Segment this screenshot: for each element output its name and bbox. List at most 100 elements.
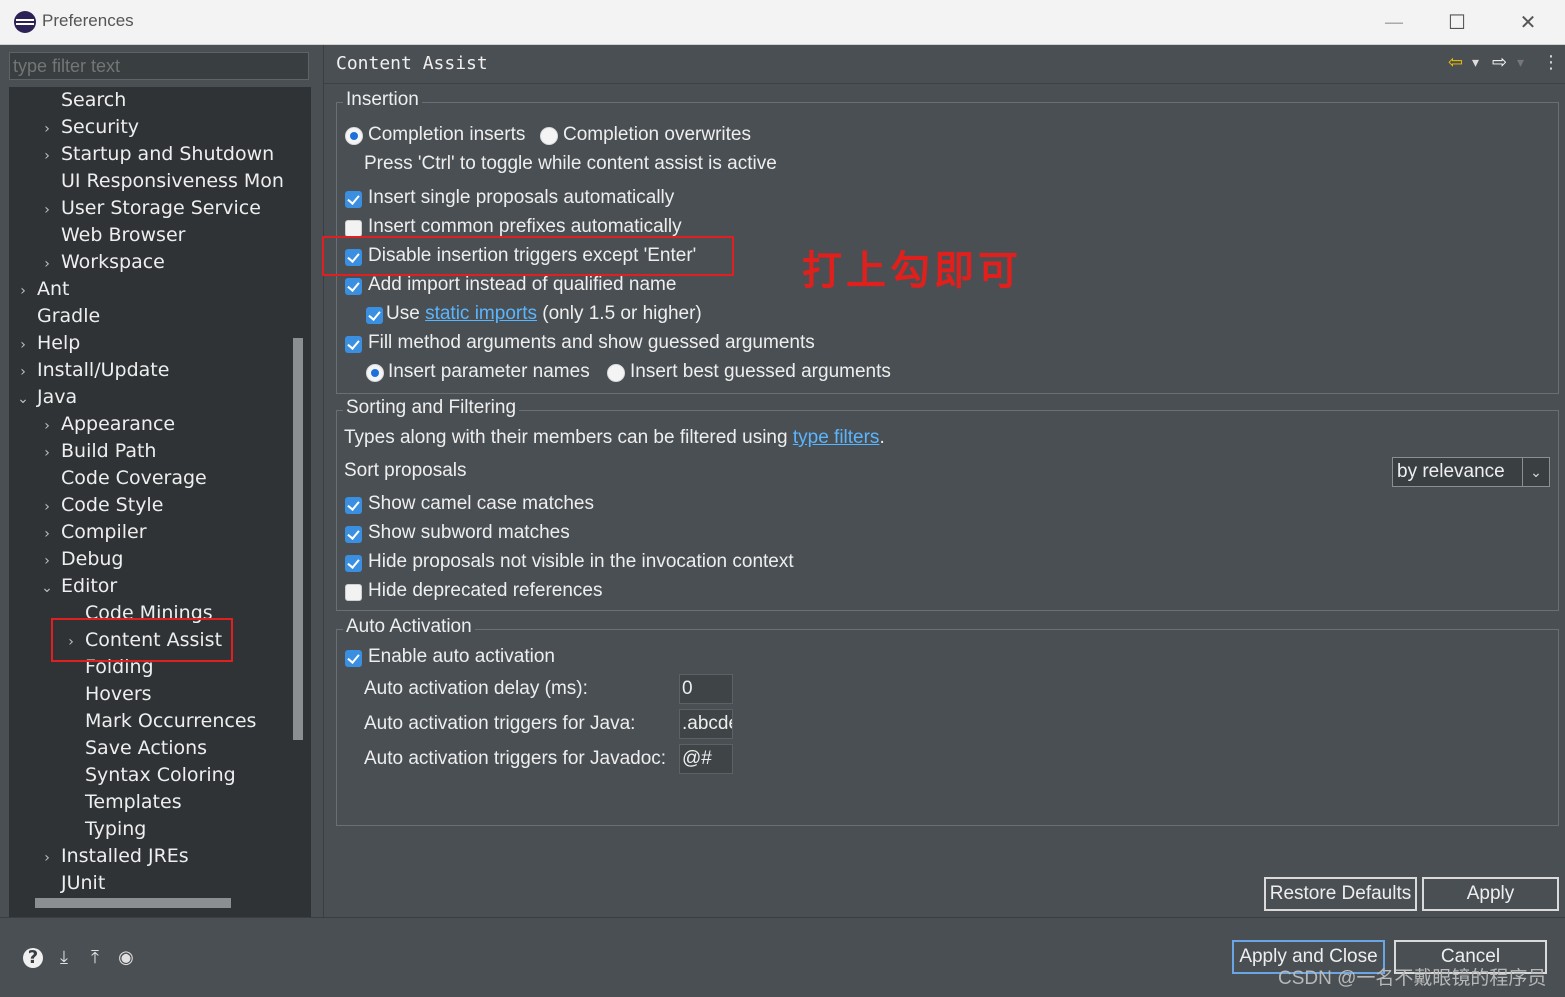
forward-icon[interactable]: ⇨ (1492, 53, 1507, 73)
use-label[interactable]: Use (386, 303, 420, 324)
record-icon[interactable]: ◉ (116, 948, 136, 968)
chevron-right-icon[interactable]: › (37, 494, 57, 521)
tree-item[interactable]: Save Actions (61, 735, 207, 762)
chevron-right-icon[interactable]: › (37, 197, 57, 224)
chevron-right-icon[interactable]: › (37, 845, 57, 872)
completion-inserts-label[interactable]: Completion inserts (368, 124, 525, 146)
chevron-right-icon[interactable]: › (37, 521, 57, 548)
insert-best-guessed-radio[interactable] (607, 364, 625, 382)
tree-item[interactable]: Templates (61, 789, 182, 816)
show-camel-label[interactable]: Show camel case matches (368, 493, 594, 515)
hide-deprecated-label[interactable]: Hide deprecated references (368, 580, 602, 602)
show-subword-checkbox[interactable] (345, 526, 362, 543)
tree-item[interactable]: › Help (13, 330, 80, 357)
java-triggers-input[interactable]: .abcde (679, 709, 733, 739)
help-icon[interactable]: ? (23, 948, 43, 968)
completion-overwrites-label[interactable]: Completion overwrites (563, 124, 751, 146)
import-icon[interactable]: ⤓ (54, 948, 74, 968)
tree-item[interactable]: › Installed JREs (37, 843, 189, 870)
fill-method-label[interactable]: Fill method arguments and show guessed a… (368, 332, 815, 354)
show-subword-label[interactable]: Show subword matches (368, 522, 570, 544)
chevron-right-icon[interactable]: › (37, 440, 57, 467)
hide-deprecated-checkbox[interactable] (345, 584, 362, 601)
restore-defaults-button[interactable]: Restore Defaults (1264, 877, 1417, 911)
tree-item[interactable]: Mark Occurrences (61, 708, 256, 735)
tree-item[interactable]: › Workspace (37, 249, 165, 276)
insert-common-checkbox[interactable] (345, 220, 362, 237)
insert-best-guessed-label[interactable]: Insert best guessed arguments (630, 361, 891, 383)
insert-single-label[interactable]: Insert single proposals automatically (368, 187, 674, 209)
tree-item[interactable]: Web Browser (37, 222, 185, 249)
tree-item-label: Editor (61, 575, 118, 597)
enable-auto-checkbox[interactable] (345, 650, 362, 667)
tree-horizontal-scroll-thumb[interactable] (35, 898, 231, 908)
tree-item[interactable]: › User Storage Service (37, 195, 261, 222)
delay-input[interactable]: 0 (679, 674, 733, 704)
completion-inserts-radio[interactable] (345, 127, 363, 145)
back-icon[interactable]: ⇦ (1448, 53, 1463, 73)
tree-item[interactable]: › Startup and Shutdown (37, 141, 274, 168)
completion-overwrites-radio[interactable] (540, 127, 558, 145)
filter-input[interactable] (9, 52, 309, 80)
chevron-right-icon[interactable]: › (37, 413, 57, 440)
tree-item[interactable]: Gradle (13, 303, 100, 330)
type-filters-link[interactable]: type filters (793, 427, 880, 448)
add-import-label[interactable]: Add import instead of qualified name (368, 274, 676, 296)
toggle-hint: Press 'Ctrl' to toggle while content ass… (364, 153, 777, 174)
chevron-right-icon[interactable]: › (13, 359, 33, 386)
enable-auto-label[interactable]: Enable auto activation (368, 646, 555, 668)
chevron-down-icon[interactable]: ⌄ (13, 386, 33, 413)
add-import-checkbox[interactable] (345, 278, 362, 295)
show-camel-checkbox[interactable] (345, 497, 362, 514)
tree-item[interactable]: Syntax Coloring (61, 762, 236, 789)
chevron-right-icon[interactable]: › (13, 278, 33, 305)
static-imports-link[interactable]: static imports (425, 303, 537, 324)
back-dropdown-icon[interactable]: ▾ (1472, 53, 1479, 73)
chevron-down-icon[interactable]: ⌄ (37, 575, 57, 602)
hide-not-visible-checkbox[interactable] (345, 555, 362, 572)
minimize-button[interactable]: — (1380, 8, 1408, 36)
tree-item[interactable]: UI Responsiveness Monito (37, 168, 285, 195)
apply-button[interactable]: Apply (1422, 877, 1559, 911)
view-menu-icon[interactable]: ⋮ (1542, 53, 1560, 73)
sorting-group-title: Sorting and Filtering (343, 397, 520, 419)
insert-common-label[interactable]: Insert common prefixes automatically (368, 216, 682, 238)
tree-item-label: Install/Update (37, 359, 170, 381)
insert-param-names-radio[interactable] (366, 364, 384, 382)
types-period: . (879, 427, 885, 448)
fill-method-checkbox[interactable] (345, 336, 362, 353)
tree-item[interactable]: › Ant (13, 276, 69, 305)
tree-item[interactable]: ⌄ Editor (37, 573, 117, 600)
forward-dropdown-icon[interactable]: ▾ (1517, 53, 1524, 73)
chevron-right-icon[interactable]: › (37, 143, 57, 170)
chevron-right-icon[interactable]: › (37, 251, 57, 278)
tree-item[interactable]: › Appearance (37, 411, 175, 438)
tree-item[interactable]: › Code Style (37, 492, 163, 519)
chevron-right-icon[interactable]: › (37, 548, 57, 575)
tree-item[interactable]: Typing (61, 816, 146, 843)
static-imports-checkbox[interactable] (366, 307, 383, 324)
chevron-right-icon[interactable]: › (13, 332, 33, 359)
java-triggers-label: Auto activation triggers for Java: (364, 713, 636, 734)
tree-item[interactable]: › Security (37, 114, 139, 141)
insert-single-checkbox[interactable] (345, 191, 362, 208)
export-icon[interactable]: ⤒ (85, 948, 105, 968)
tree-item[interactable]: Hovers (61, 681, 152, 708)
sort-proposals-select[interactable]: by relevance ⌄ (1392, 457, 1550, 487)
maximize-button[interactable]: ☐ (1443, 8, 1471, 36)
tree-vertical-scroll-thumb[interactable] (293, 338, 303, 740)
tree-item[interactable]: › Build Path (37, 438, 156, 465)
tree-item[interactable]: › Install/Update (13, 357, 169, 384)
annotation-text: 打上勾即可 (802, 248, 1022, 294)
javadoc-triggers-input[interactable]: @# (679, 744, 733, 774)
tree-item[interactable]: ⌄ Java (13, 384, 77, 411)
tree-item[interactable]: › Compiler (37, 519, 146, 548)
hide-not-visible-label[interactable]: Hide proposals not visible in the invoca… (368, 551, 794, 573)
page-header: Content Assist ⇦ ▾ ⇨ ▾ ⋮ (324, 45, 1565, 84)
close-button[interactable]: ✕ (1514, 8, 1542, 36)
tree-item[interactable]: › Debug (37, 546, 123, 573)
tree-item[interactable]: Code Coverage (37, 465, 207, 492)
chevron-right-icon[interactable]: › (37, 116, 57, 143)
insert-param-names-label[interactable]: Insert parameter names (388, 361, 590, 383)
tree-item[interactable]: Search (37, 87, 126, 114)
